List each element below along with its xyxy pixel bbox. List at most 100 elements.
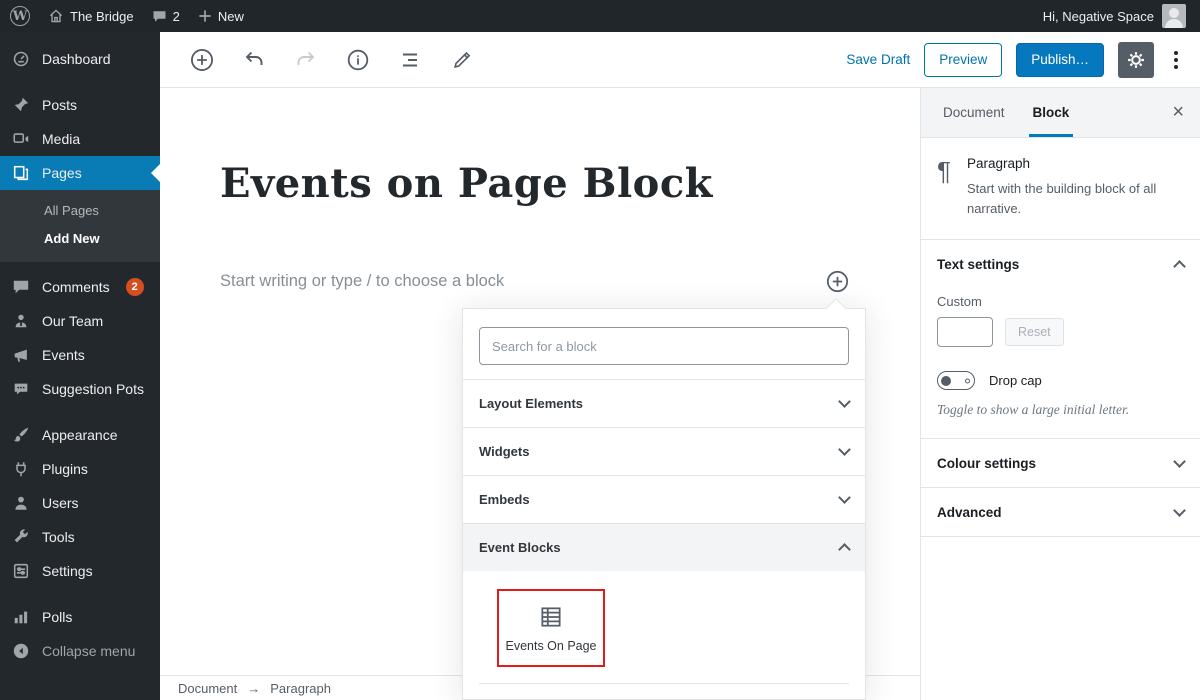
sidebar-item-our-team[interactable]: Our Team [0,304,160,338]
pages-submenu: All Pages Add New [0,190,160,262]
site-name-link[interactable]: The Bridge [48,8,134,24]
custom-size-label: Custom [937,294,1184,309]
sidebar-item-appearance[interactable]: Appearance [0,418,160,452]
dashboard-icon [10,50,32,68]
drop-cap-label: Drop cap [989,373,1042,388]
chevron-down-icon [838,395,851,408]
settings-sidebar: Document Block × ¶ Paragraph Start with … [920,88,1200,700]
advanced-header[interactable]: Advanced [921,488,1200,536]
chevron-down-icon [1173,504,1186,517]
colour-settings-header[interactable]: Colour settings [921,439,1200,487]
more-options-button[interactable] [1168,45,1184,75]
text-settings-header[interactable]: Text settings [921,240,1200,288]
media-icon [10,130,32,148]
reset-button[interactable]: Reset [1005,318,1064,346]
admin-bar-comments[interactable]: 2 [152,9,180,24]
sidebar-item-users[interactable]: Users [0,486,160,520]
sidebar-item-posts[interactable]: Posts [0,88,160,122]
popup-divider [479,683,849,684]
brush-icon [10,426,32,444]
chat-dots-icon [10,380,32,398]
sidebar-item-label: Appearance [42,427,118,443]
submenu-add-new[interactable]: Add New [0,224,160,252]
settings-gear-button[interactable] [1118,42,1154,78]
preview-button[interactable]: Preview [924,43,1002,77]
custom-size-input[interactable] [937,317,993,347]
sidebar-item-pages[interactable]: Pages [0,156,160,190]
sidebar-item-label: Suggestion Pots [42,381,144,397]
breadcrumb-document[interactable]: Document [178,681,237,696]
block-inserter-popup: Layout Elements Widgets Embeds Event Blo… [462,308,866,700]
pushpin-icon [10,96,32,114]
sidebar-item-label: Collapse menu [42,643,135,659]
team-member-icon [10,312,32,330]
plug-icon [10,460,32,478]
bar-chart-icon [10,608,32,626]
tab-document[interactable]: Document [929,88,1019,137]
admin-bar: W The Bridge 2 New Hi, Negative Space [0,0,1200,32]
sidebar-item-label: Tools [42,529,75,545]
sidebar-item-label: Posts [42,97,77,113]
add-block-button[interactable] [184,42,220,78]
category-embeds[interactable]: Embeds [463,475,865,523]
comment-bubble-icon [152,9,167,24]
block-navigation-button[interactable] [392,42,428,78]
events-on-page-block[interactable]: Events On Page [497,589,605,667]
sidebar-item-collapse-menu[interactable]: Collapse menu [0,634,160,668]
sidebar-item-label: Dashboard [42,51,111,67]
site-name-label: The Bridge [70,9,134,24]
category-layout-elements[interactable]: Layout Elements [463,379,865,427]
sidebar-item-media[interactable]: Media [0,122,160,156]
advanced-panel: Advanced [921,488,1200,537]
tab-block[interactable]: Block [1019,88,1084,137]
publish-button[interactable]: Publish… [1016,43,1104,77]
undo-button[interactable] [236,42,272,78]
chevron-up-icon [838,543,851,556]
user-greeting[interactable]: Hi, Negative Space [1043,9,1154,24]
sidebar-item-label: Media [42,131,80,147]
sidebar-item-dashboard[interactable]: Dashboard [0,42,160,76]
category-widgets[interactable]: Widgets [463,427,865,475]
content-structure-button[interactable] [340,42,376,78]
chevron-down-icon [838,491,851,504]
sidebar-item-label: Settings [42,563,93,579]
block-description-card: ¶ Paragraph Start with the building bloc… [921,138,1200,240]
sidebar-item-label: Events [42,347,85,363]
drop-cap-toggle[interactable] [937,371,975,390]
chevron-up-icon [1173,260,1186,273]
block-search-input[interactable] [479,327,849,365]
save-draft-button[interactable]: Save Draft [846,52,910,67]
sidebar-item-events[interactable]: Events [0,338,160,372]
inline-add-block-button[interactable] [825,269,850,294]
post-title-input[interactable]: Events on Page Block [220,160,860,207]
edit-pencil-button[interactable] [444,42,480,78]
chevron-down-icon [1173,455,1186,468]
events-table-icon [538,605,564,629]
paragraph-placeholder[interactable]: Start writing or type / to choose a bloc… [220,272,504,291]
collapse-arrow-icon [10,642,32,660]
admin-bar-new[interactable]: New [198,9,244,24]
pilcrow-icon: ¶ [937,158,951,219]
block-label: Events On Page [505,639,596,653]
sidebar-item-polls[interactable]: Polls [0,600,160,634]
wordpress-logo-icon[interactable]: W [10,6,30,26]
admin-sidebar: Dashboard Posts Media Pages All Pages Ad… [0,32,160,700]
sidebar-item-tools[interactable]: Tools [0,520,160,554]
home-icon [48,8,64,24]
breadcrumb-arrow-icon: → [247,681,260,696]
submenu-all-pages[interactable]: All Pages [0,196,160,224]
sidebar-item-settings[interactable]: Settings [0,554,160,588]
breadcrumb-paragraph[interactable]: Paragraph [270,681,331,696]
redo-button[interactable] [288,42,324,78]
sidebar-item-suggestion-pots[interactable]: Suggestion Pots [0,372,160,406]
close-icon[interactable]: × [1156,101,1200,124]
sidebar-item-label: Plugins [42,461,88,477]
user-icon [10,494,32,512]
sidebar-item-plugins[interactable]: Plugins [0,452,160,486]
category-event-blocks[interactable]: Event Blocks [463,523,865,571]
user-avatar[interactable] [1162,4,1186,28]
sidebar-item-label: Our Team [42,313,103,329]
sidebar-item-comments[interactable]: Comments 2 [0,270,160,304]
block-type-title: Paragraph [967,156,1157,171]
sidebar-item-label: Comments [42,279,110,295]
